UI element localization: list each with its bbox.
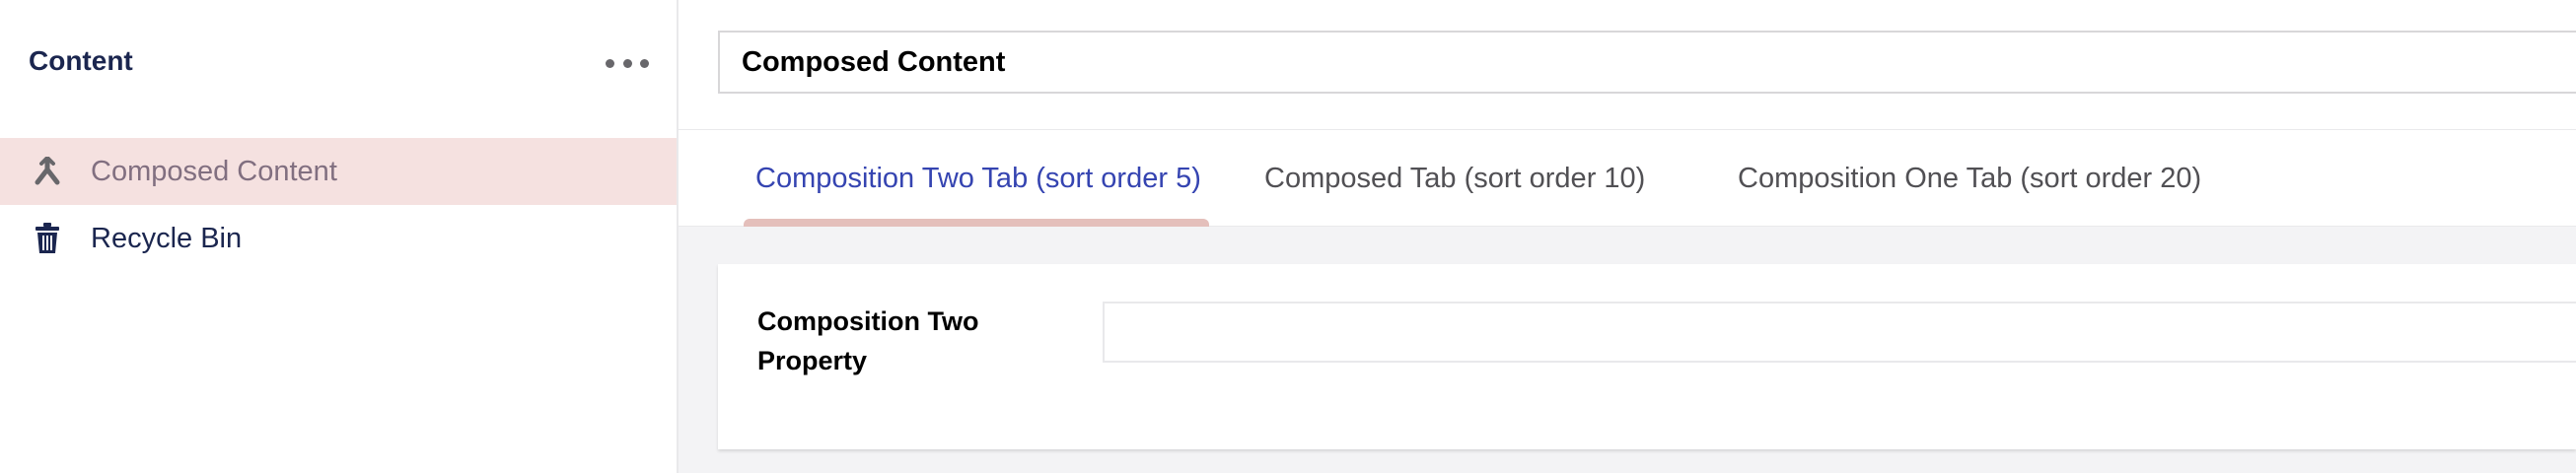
property-label: Composition Two Property (757, 306, 979, 375)
sidebar: Content Composed Content Recycle Bin (0, 0, 679, 473)
tree-item-composed-content[interactable]: Composed Content (0, 138, 677, 205)
trash-icon (28, 219, 67, 258)
composed-content-icon (28, 152, 67, 191)
content-tree: Composed Content Recycle Bin (0, 138, 677, 272)
tree-item-label: Recycle Bin (91, 222, 243, 254)
tree-item-recycle-bin[interactable]: Recycle Bin (0, 205, 677, 272)
editor-main: Composition Two Tab (sort order 5) Compo… (679, 0, 2576, 473)
editor-header (679, 0, 2576, 130)
tab-composed[interactable]: Composed Tab (sort order 10) (1252, 130, 1657, 227)
active-tab-indicator (744, 219, 1209, 227)
tree-item-label: Composed Content (91, 155, 337, 187)
tab-composition-two[interactable]: Composition Two Tab (sort order 5) (744, 130, 1213, 227)
property-panel: Composition Two Property (718, 264, 2576, 449)
sidebar-header: Content (0, 0, 677, 128)
content-name-input[interactable] (718, 31, 2576, 94)
tab-composition-one[interactable]: Composition One Tab (sort order 20) (1726, 130, 2213, 227)
ellipsis-icon[interactable] (606, 49, 649, 77)
tabs-bar: Composition Two Tab (sort order 5) Compo… (679, 130, 2576, 227)
sidebar-title: Content (29, 45, 133, 76)
composition-two-property-input[interactable] (1103, 302, 2576, 363)
